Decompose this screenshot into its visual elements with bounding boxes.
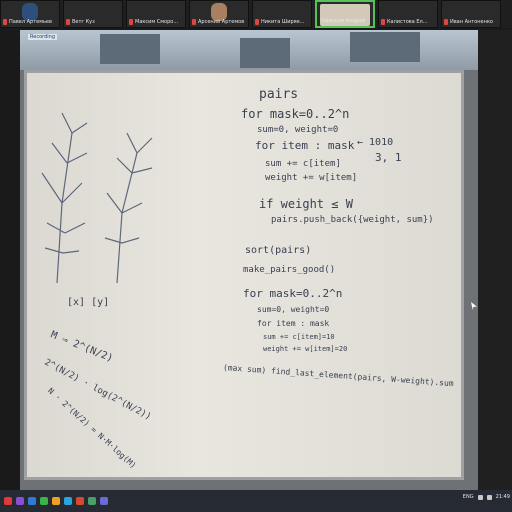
board-line: ← 1010 — [357, 137, 394, 148]
taskbar-app-icon[interactable] — [52, 497, 60, 505]
participant-name: Арсений Артемов — [198, 19, 245, 25]
taskbar-app-icon[interactable] — [76, 497, 84, 505]
muted-mic-icon — [66, 19, 70, 25]
participant-name: Никита Ширяе... — [261, 19, 305, 25]
muted-mic-icon — [192, 19, 196, 25]
board-line: weight += w[item] — [265, 173, 358, 183]
participant-name: Ветг Куз — [72, 19, 95, 25]
clock[interactable]: 21:49 — [496, 494, 510, 500]
board-line: for mask=0..2^n — [243, 287, 343, 300]
taskbar-app-icon[interactable] — [4, 497, 12, 505]
participant-tile[interactable]: Никита Ширяе... — [252, 0, 312, 28]
board-line: pairs — [259, 87, 299, 102]
participant-name: Иван Антоненко — [450, 19, 493, 25]
volume-icon[interactable] — [486, 494, 492, 500]
participant-tile[interactable]: Арсений Артемов — [189, 0, 249, 28]
board-line: sum=0, weight=0 — [257, 125, 339, 135]
muted-mic-icon — [381, 19, 385, 25]
muted-mic-icon — [3, 19, 7, 25]
participant-strip: Павел Артемьев Ветг Куз Максим Сморо... Арс… — [0, 0, 512, 28]
board-line: [x] [y] — [67, 297, 110, 308]
participant-tile[interactable]: Павел Артемьев — [0, 0, 60, 28]
muted-mic-icon — [444, 19, 448, 25]
taskbar-app-icon[interactable] — [28, 497, 36, 505]
taskbar-app-icon[interactable] — [40, 497, 48, 505]
taskbar: ENG 21:49 — [0, 490, 512, 512]
participant-tile[interactable]: Калистова Ел... — [378, 0, 438, 28]
language-indicator[interactable]: ENG — [463, 494, 474, 500]
taskbar-app-icon[interactable] — [100, 497, 108, 505]
whiteboard: pairs for mask=0..2^n sum=0, weight=0 fo… — [24, 70, 464, 480]
mouse-cursor-icon — [471, 302, 477, 310]
right-panel — [478, 30, 512, 490]
taskbar-app-icon[interactable] — [88, 497, 96, 505]
board-line: sum += c[item]=10 — [263, 333, 335, 341]
building-shape — [100, 34, 160, 64]
participant-name: Павел Артемьев — [9, 19, 52, 25]
participant-name: Одинцов Андрей — [321, 18, 366, 24]
board-line: 3, 1 — [375, 151, 402, 164]
taskbar-app-icon[interactable] — [16, 497, 24, 505]
board-line: sum += c[item] — [265, 159, 341, 169]
board-line: for item : mask — [255, 139, 355, 152]
tree-doodles — [41, 112, 153, 284]
board-line: if weight ≤ W — [259, 197, 353, 211]
board-line: weight += w[item]=20 — [263, 345, 348, 353]
participant-tile[interactable]: Одинцов Андрей — [315, 0, 375, 28]
wifi-icon[interactable] — [477, 494, 483, 500]
participant-name: Калистова Ел... — [387, 19, 428, 25]
participant-tile[interactable]: Максим Сморо... — [126, 0, 186, 28]
board-line: sum=0, weight=0 — [257, 305, 330, 314]
taskbar-app-icon[interactable] — [64, 497, 72, 505]
recording-label: Recording — [28, 34, 58, 40]
participant-tile[interactable]: Ветг Куз — [63, 0, 123, 28]
board-line: for item : mask — [257, 319, 330, 328]
system-tray: ENG 21:49 — [463, 494, 510, 500]
building-shape — [350, 32, 420, 62]
board-line: pairs.push_back({weight, sum}) — [271, 215, 434, 225]
building-shape — [240, 38, 290, 68]
muted-mic-icon — [255, 19, 259, 25]
board-line: for mask=0..2^n — [241, 107, 350, 121]
participant-name: Максим Сморо... — [135, 19, 179, 25]
window-background — [20, 30, 478, 70]
muted-mic-icon — [129, 19, 133, 25]
board-line: sort(pairs) — [245, 245, 312, 256]
participant-tile[interactable]: Иван Антоненко — [441, 0, 501, 28]
board-line: make_pairs_good() — [243, 265, 336, 275]
main-video[interactable]: Recording pairs for mask=0..2^n sum=0, w… — [20, 30, 478, 490]
